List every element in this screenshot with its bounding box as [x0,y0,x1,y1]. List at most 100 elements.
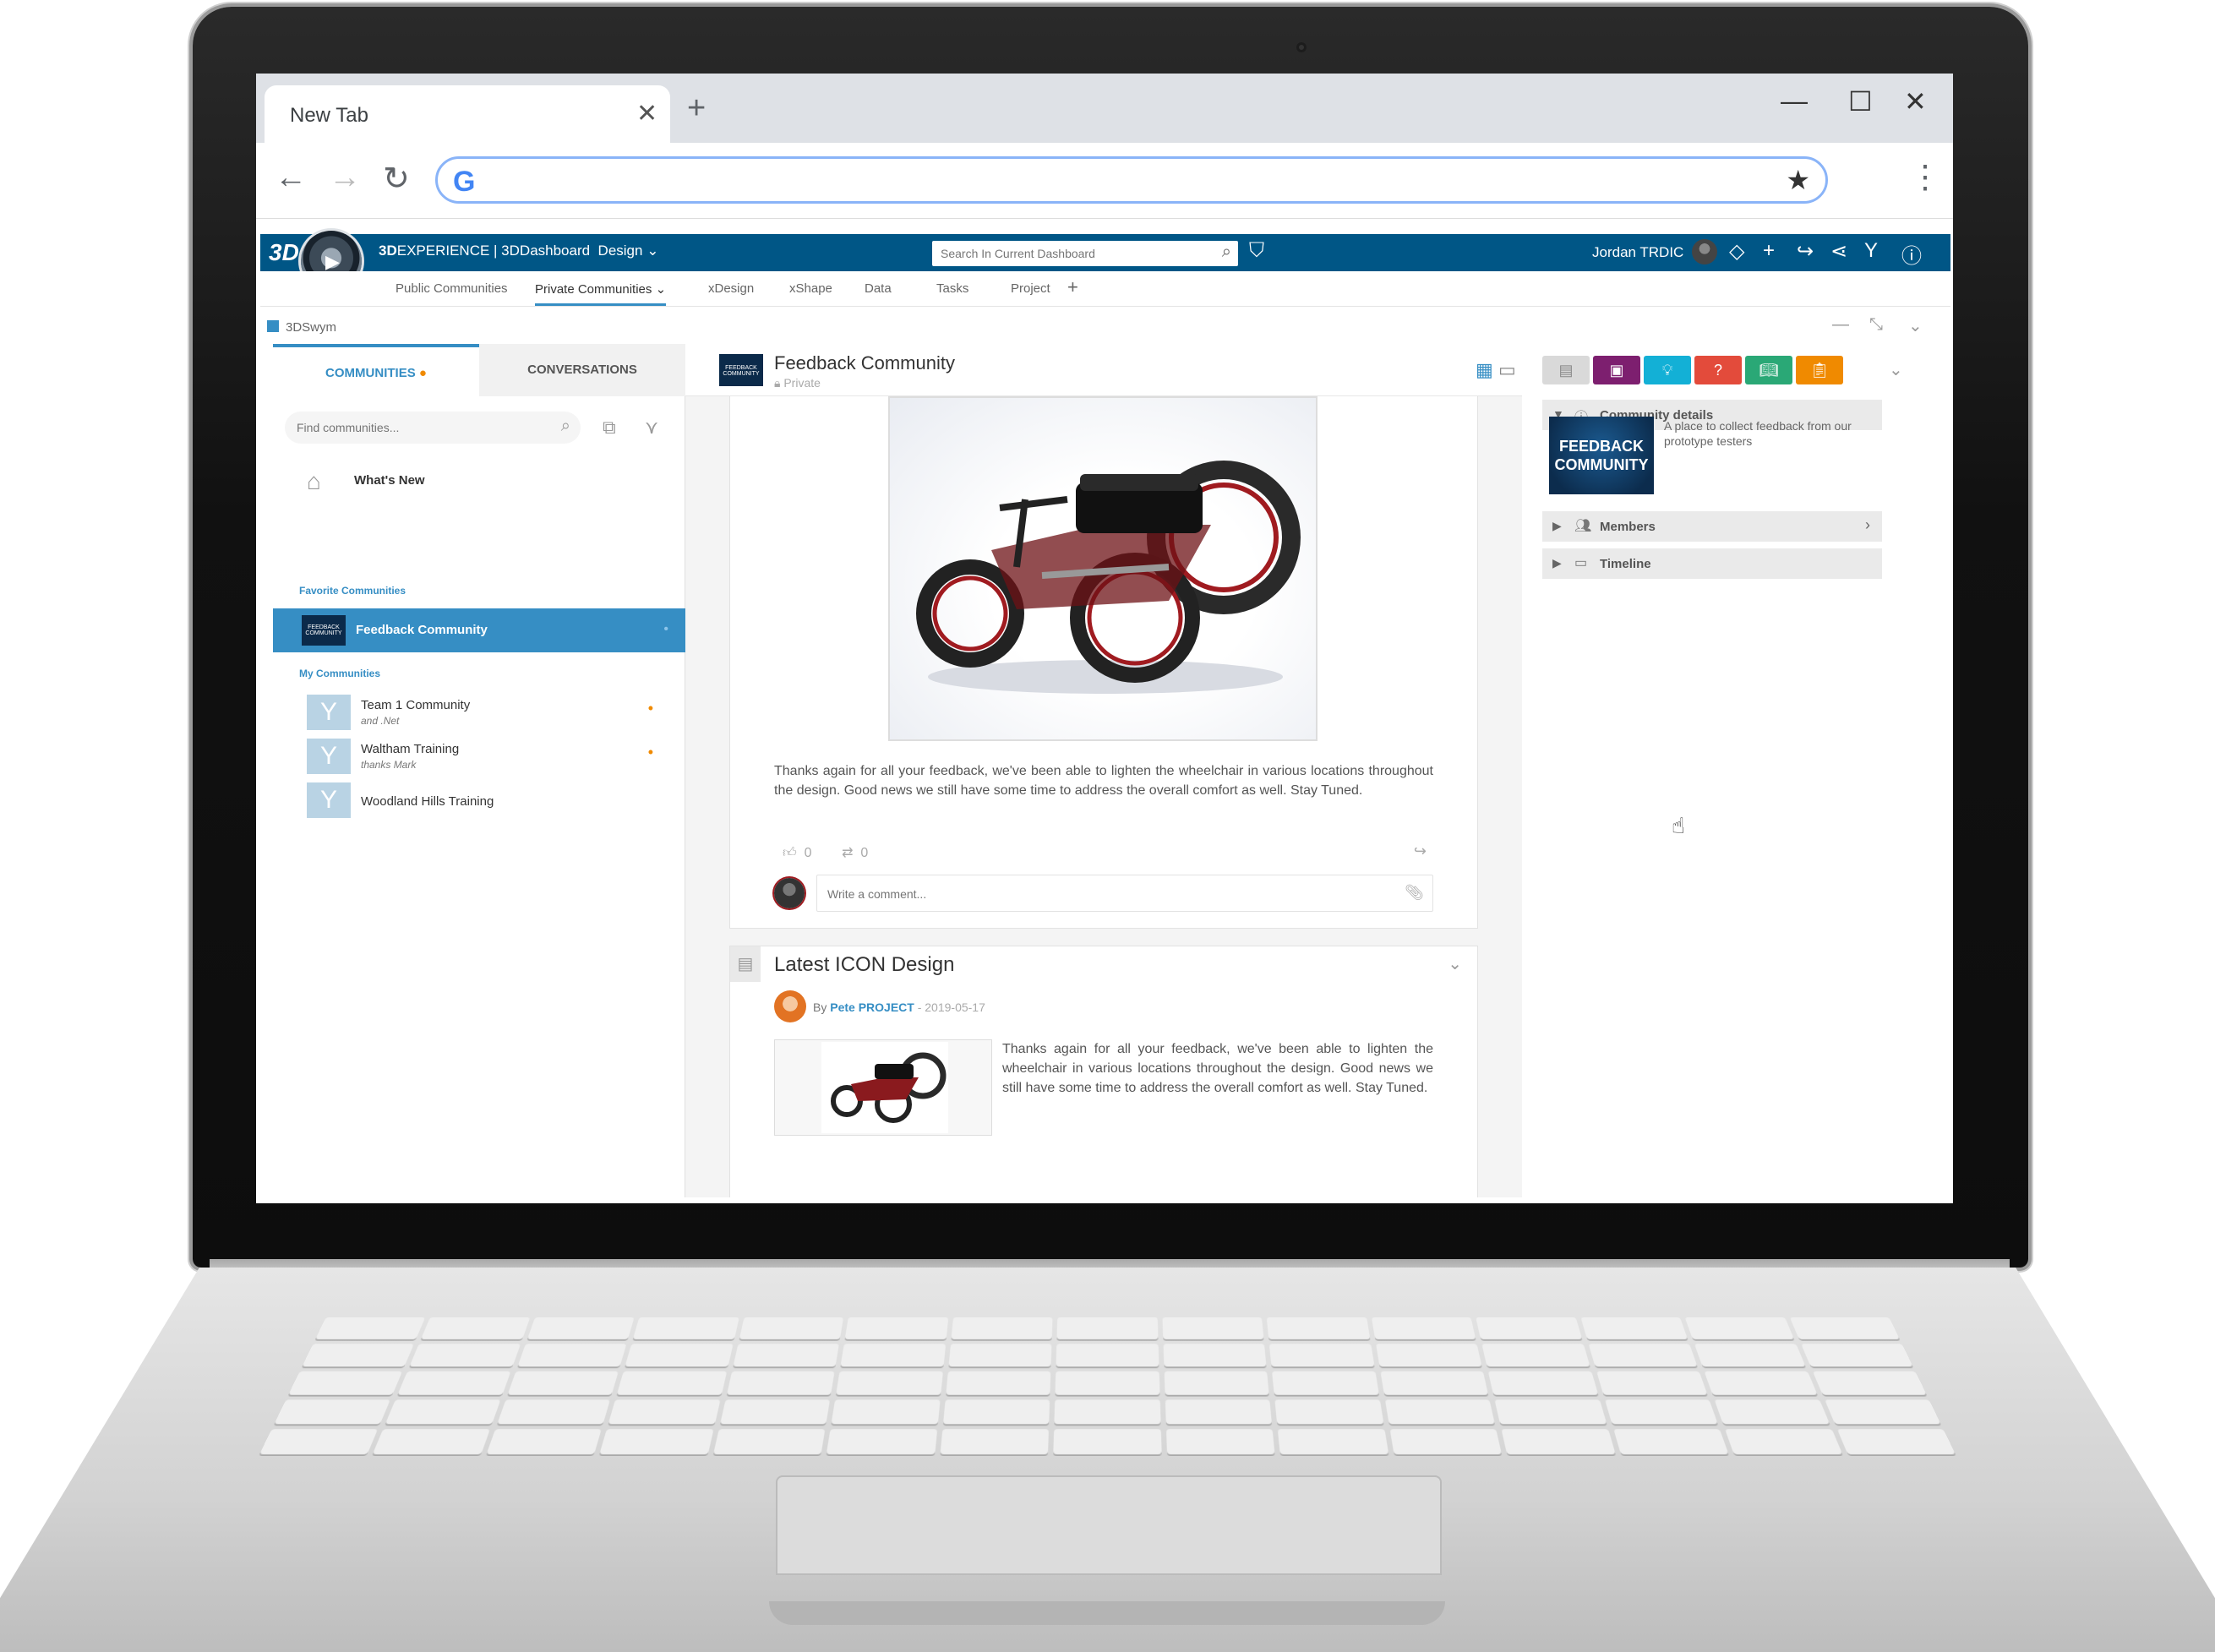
keyboard-key [1604,1399,1718,1425]
feed-scroll-area[interactable]: Thanks again for all your feedback, we'v… [685,396,1522,1197]
reload-icon[interactable]: ↻ [383,160,410,198]
play-icon: ▶ [325,251,340,272]
chevron-down-icon[interactable]: ⌄ [1889,359,1903,380]
author-avatar[interactable] [774,990,806,1022]
dashboard-search[interactable]: ⌕ [932,241,1238,266]
tab-project[interactable]: Project [1011,281,1050,296]
browser-tabstrip: New Tab ✕ + — ☐ ✕ [256,74,1953,143]
user-avatar[interactable] [1692,239,1717,264]
user-name[interactable]: Jordan TRDIC [1592,244,1683,261]
browser-tab[interactable]: New Tab ✕ [265,85,670,143]
tab-data[interactable]: Data [865,281,892,296]
chevron-down-icon[interactable]: ⌄ [1448,953,1462,974]
chevron-right-icon[interactable]: › [1865,516,1870,534]
keyboard-key [1162,1317,1264,1339]
chat-view-icon[interactable]: ▭ [1498,359,1516,381]
add-tab-icon[interactable]: + [1067,276,1078,298]
attachment-icon[interactable]: 📎︎ [1405,884,1424,902]
bookmark-star-icon[interactable]: ★ [1786,164,1810,196]
keyboard-key [486,1429,603,1455]
filter-icon[interactable]: ⋎ [645,417,658,439]
keyboard-key [1165,1429,1275,1455]
network-icon[interactable]: ⋖ [1830,239,1847,264]
address-input[interactable] [497,166,1765,194]
search-icon[interactable]: ⌕ [561,417,570,436]
keyboard-key [1053,1429,1162,1455]
tile-media-icon[interactable]: ▣ [1593,356,1640,384]
community-description: A place to collect feedback from our pro… [1664,419,1852,448]
tile-wiki-icon[interactable]: 📖︎ [1745,356,1792,384]
keyboard-key [1596,1371,1708,1395]
collapse-icon[interactable]: ⤡ [1869,315,1883,335]
minimize-icon[interactable]: — [1781,85,1808,117]
share-post-icon[interactable]: ↪ [1414,842,1427,860]
sidebar-item-waltham-training[interactable]: Y Waltham Training thanks Mark • [307,739,679,777]
search-icon[interactable]: ⌕ [1222,243,1231,262]
tile-post-icon[interactable]: ▤ [1542,356,1590,384]
tab-xshape[interactable]: xShape [789,281,832,296]
dashboard-search-input[interactable] [941,244,1194,263]
keyboard-key [1165,1399,1273,1425]
whats-new-item[interactable]: ⌂ What's New [307,458,685,500]
post-title[interactable]: Latest ICON Design [774,953,954,977]
tab-conversations[interactable]: CONVERSATIONS [479,344,685,396]
sidebar-item-feedback-community[interactable]: FEEDBACK COMMUNITY Feedback Community • [273,608,685,652]
keyboard-key [733,1344,840,1367]
timeline-icon: ▭ [1574,556,1588,570]
timeline-header[interactable]: ▶ ▭ Timeline [1542,548,1882,579]
comment-input[interactable] [827,886,1334,902]
help-icon[interactable]: ⓘ [1901,239,1922,269]
back-icon[interactable]: ← [275,160,307,196]
members-header[interactable]: ▶ 👥︎ Members › [1542,511,1882,542]
layout-view-icon[interactable]: ▦ [1476,359,1493,381]
chevron-down-icon[interactable]: ⌄ [646,243,658,259]
find-communities-input[interactable] [297,418,533,437]
sidebar-item-team-1-community[interactable]: Y Team 1 Community and .Net • [307,695,679,733]
brand-title[interactable]: 3DEXPERIENCE | 3DDashboard Design ⌄ [379,243,658,259]
apps-icon[interactable]: Y [1864,239,1878,263]
tile-idea-icon[interactable]: 💡︎ [1644,356,1691,384]
tab-communities[interactable]: COMMUNITIES ● [273,344,479,396]
widget-header: 3DSwym — ⤡ ⌄ [260,312,1950,342]
new-tab-button[interactable]: + [687,90,706,127]
keyboard-key [1476,1317,1582,1339]
chevron-down-icon[interactable]: ⌄ [656,282,667,297]
repost-icon[interactable]: ⇄ [842,846,853,860]
keyboard-key [526,1317,636,1339]
keyboard-key [409,1344,521,1367]
wheelchair-render-image[interactable] [888,396,1318,741]
sidebar-item-woodland-hills-training[interactable]: Y Woodland Hills Training [307,782,679,821]
brand-app-name[interactable]: Design [598,243,643,259]
chevron-down-icon[interactable]: ⌄ [1908,315,1923,336]
notification-icon[interactable]: ◇ [1729,239,1744,264]
tab-tasks[interactable]: Tasks [936,281,968,296]
minimize-widget-icon[interactable]: — [1832,315,1849,335]
share-icon[interactable]: ↪ [1797,239,1814,264]
keyboard-key [1789,1317,1900,1339]
address-bar[interactable]: G ★ [435,156,1828,204]
post-thumbnail[interactable] [774,1039,992,1136]
author-link[interactable]: Pete PROJECT [830,1000,914,1014]
comment-box[interactable]: 📎︎ [816,875,1433,912]
window-close-icon[interactable]: ✕ [1904,85,1927,117]
community-notification-icon[interactable]: ⧉ [603,417,616,439]
unread-dot: • [647,700,653,717]
sidebar-tabs: COMMUNITIES ● CONVERSATIONS [273,344,685,396]
add-icon[interactable]: + [1763,239,1775,263]
close-icon[interactable]: ✕ [636,99,657,128]
keyboard-key [946,1371,1051,1395]
tab-private-communities[interactable]: Private Communities ⌄ [535,281,667,306]
like-icon[interactable]: 👍︎ [783,846,797,860]
wheelchair-illustration [916,461,1301,694]
tag-icon[interactable]: ⛉ [1249,239,1264,263]
find-communities[interactable]: ⌕ [285,412,581,444]
maximize-icon[interactable]: ☐ [1848,85,1873,117]
tile-survey-icon[interactable]: 📋︎ [1796,356,1843,384]
tab-public-communities[interactable]: Public Communities [396,281,508,296]
tile-question-icon[interactable]: ? [1694,356,1742,384]
forward-icon[interactable]: → [329,160,361,196]
browser-menu-icon[interactable]: ⋮ [1909,158,1941,196]
browser-toolbar: ← → ↻ G ★ ⋮ [256,143,1953,219]
keyboard-key [1380,1371,1489,1395]
tab-xdesign[interactable]: xDesign [708,281,754,296]
